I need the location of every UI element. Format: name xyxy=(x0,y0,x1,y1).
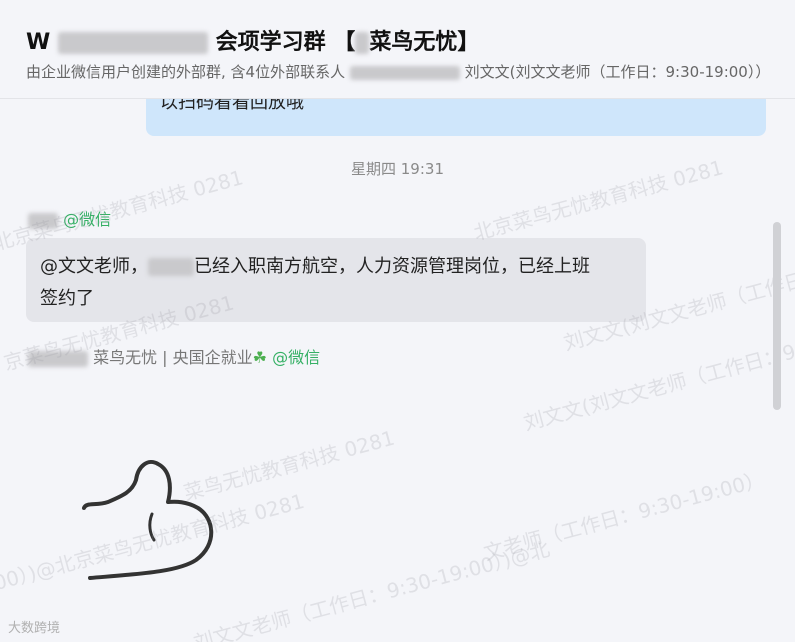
title-main: 会项学习群 xyxy=(215,30,326,55)
corner-logo: 大数跨境 xyxy=(8,617,60,636)
thumbs-up-sticker[interactable] xyxy=(78,436,218,584)
title-bracket: 【 xyxy=(333,30,356,55)
corner-label: 大数跨境 xyxy=(8,621,61,636)
redacted-sender-name-2 xyxy=(28,350,88,367)
redacted-message-part xyxy=(148,258,194,276)
message-timestamp: 星期四 19:31 xyxy=(351,160,444,178)
group-subtitle: 由企业微信用户创建的外部群, 含4位外部联系人 刘文文(刘文文老师（工作日：9:… xyxy=(26,61,770,82)
group-title[interactable]: W 会项学习群 【菜鸟无忧】 xyxy=(26,24,479,56)
chat-header: W 会项学习群 【菜鸟无忧】 由企业微信用户创建的外部群, 含4位外部联系人 刘… xyxy=(0,0,795,99)
redacted-title-part xyxy=(57,32,208,54)
message-text-start: @文文老师， xyxy=(40,256,148,277)
wechat-tag: @微信 xyxy=(63,210,112,229)
redacted-subtitle-part xyxy=(349,65,460,80)
message-bubble-outgoing[interactable]: 以扫码看看回放哦 xyxy=(146,98,766,136)
subtitle-start: 由企业微信用户创建的外部群, 含4位外部联系人 xyxy=(26,63,346,81)
watermark: 文老师（工作日：9:30-19:00） xyxy=(481,466,768,566)
watermark: 刘文文老师（工作日：9:30-19:00）)@北 xyxy=(191,536,553,642)
chat-area[interactable]: 以扫码看看回放哦 星期四 19:31 @微信 @文文老师， 已经入职南方航空，人力… xyxy=(0,98,795,642)
watermark: 刘文文(刘文文老师（工作日：9:30-19:00）) xyxy=(521,309,795,436)
message-line-1: @文文老师， 已经入职南方航空，人力资源管理岗位，已经上班 xyxy=(40,252,590,278)
message-sender-2[interactable]: 菜鸟无忧 | 央国企就业☘ @微信 xyxy=(28,344,320,368)
wechat-tag-2: @微信 xyxy=(272,348,321,367)
clover-icon: ☘ xyxy=(252,348,268,367)
message-bubble-incoming[interactable]: @文文老师， 已经入职南方航空，人力资源管理岗位，已经上班 签约了 xyxy=(26,238,646,322)
title-suffix: 菜鸟无忧】 xyxy=(369,30,480,55)
title-prefix: W xyxy=(26,30,51,55)
message-line-2: 签约了 xyxy=(40,288,94,309)
sender-name: 菜鸟无忧 | 央国企就业 xyxy=(93,348,253,367)
message-text-end: 已经入职南方航空，人力资源管理岗位，已经上班 xyxy=(194,256,590,277)
message-sender[interactable]: @微信 xyxy=(28,206,111,230)
redacted-sender-name xyxy=(28,212,58,229)
subtitle-end: 刘文文(刘文文老师（工作日：9:30-19:00）） xyxy=(464,63,771,81)
chat-scrollbar[interactable] xyxy=(773,222,781,410)
message-text: 以扫码看看回放哦 xyxy=(160,98,304,113)
redacted-title-part-2 xyxy=(355,32,370,54)
